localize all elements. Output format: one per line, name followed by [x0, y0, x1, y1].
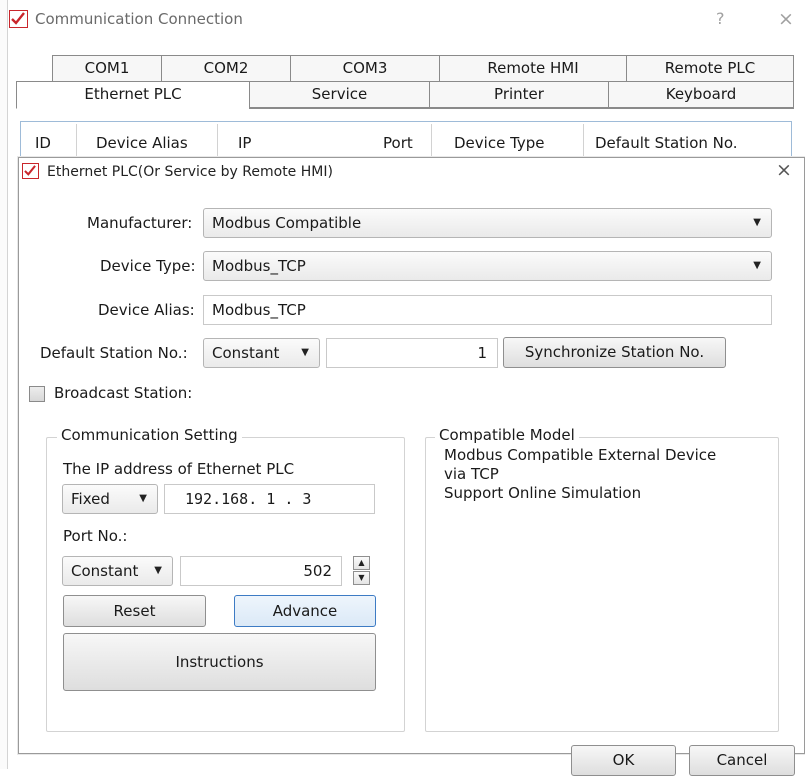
ip-mode-value: Fixed: [71, 490, 110, 508]
manufacturer-select[interactable]: Modbus Compatible ▼: [203, 208, 772, 238]
default-station-input[interactable]: 1: [326, 338, 498, 368]
tab-service[interactable]: Service: [249, 81, 430, 108]
tab-com3[interactable]: COM3: [290, 55, 440, 82]
chevron-down-icon: ▼: [753, 217, 761, 228]
compatible-model-legend: Compatible Model: [435, 426, 579, 444]
default-station-mode-select[interactable]: Constant ▼: [203, 338, 320, 368]
help-icon[interactable]: ?: [716, 9, 725, 28]
default-station-label: Default Station No.:: [40, 344, 188, 362]
tab-keyboard[interactable]: Keyboard: [608, 81, 794, 108]
column-header-device-type[interactable]: Device Type: [454, 134, 545, 152]
device-list[interactable]: ID Device Alias IP Port Device Type Defa…: [20, 121, 792, 161]
communication-setting-legend: Communication Setting: [57, 426, 242, 444]
chevron-down-icon: ▼: [753, 260, 761, 271]
column-header-default-station-no[interactable]: Default Station No.: [595, 134, 738, 152]
column-header-device-alias[interactable]: Device Alias: [96, 134, 188, 152]
column-separator: [76, 124, 77, 160]
dialog-title: Ethernet PLC(Or Service by Remote HMI): [47, 164, 333, 180]
column-separator: [217, 124, 218, 160]
port-mode-value: Constant: [71, 562, 139, 580]
broadcast-station-label: Broadcast Station:: [54, 384, 193, 402]
device-type-select[interactable]: Modbus_TCP ▼: [203, 251, 772, 281]
window-left-edge: [0, 0, 8, 769]
port-mode-select[interactable]: Constant ▼: [62, 556, 173, 586]
column-header-port[interactable]: Port: [383, 134, 413, 152]
tab-printer[interactable]: Printer: [429, 81, 609, 108]
advance-button[interactable]: Advance: [234, 595, 376, 627]
column-separator: [431, 124, 432, 160]
tab-com1[interactable]: COM1: [52, 55, 162, 82]
column-separator: [583, 124, 584, 160]
ip-address-label: The IP address of Ethernet PLC: [63, 460, 295, 478]
app-red-check-icon: [9, 10, 28, 28]
manufacturer-value: Modbus Compatible: [212, 214, 362, 232]
cancel-button[interactable]: Cancel: [689, 745, 795, 776]
window-close-icon[interactable]: ×: [778, 8, 794, 30]
default-station-mode-value: Constant: [212, 344, 280, 362]
chevron-down-icon: ▼: [154, 565, 162, 576]
synchronize-station-button[interactable]: Synchronize Station No.: [503, 337, 726, 368]
port-input[interactable]: 502: [180, 556, 342, 586]
tab-remote-plc[interactable]: Remote PLC: [626, 55, 794, 82]
device-alias-input[interactable]: Modbus_TCP: [203, 295, 772, 325]
ok-button[interactable]: OK: [571, 745, 676, 776]
dialog-close-icon[interactable]: ×: [776, 159, 792, 181]
chevron-down-icon: ▼: [301, 347, 309, 358]
instructions-button[interactable]: Instructions: [63, 633, 376, 691]
window-title: Communication Connection: [35, 10, 243, 28]
ip-mode-select[interactable]: Fixed ▼: [62, 484, 158, 514]
device-type-value: Modbus_TCP: [212, 257, 306, 275]
device-type-label: Device Type:: [100, 257, 196, 275]
manufacturer-label: Manufacturer:: [87, 214, 193, 232]
tab-ethernet-plc[interactable]: Ethernet PLC: [16, 81, 250, 109]
spin-up-icon[interactable]: ▲: [353, 556, 370, 570]
column-header-id[interactable]: ID: [35, 134, 51, 152]
dialog-red-check-icon: [22, 163, 39, 179]
tab-strip-baseline: [249, 108, 794, 109]
ip-address-input[interactable]: 192.168. 1 . 3: [164, 484, 375, 514]
reset-button[interactable]: Reset: [63, 595, 206, 627]
column-header-ip[interactable]: IP: [238, 134, 251, 152]
device-alias-label: Device Alias:: [98, 301, 195, 319]
compatible-model-text: Modbus Compatible External Device via TC…: [444, 446, 717, 502]
chevron-down-icon: ▼: [139, 493, 147, 504]
tab-remote-hmi[interactable]: Remote HMI: [439, 55, 627, 82]
spin-down-icon[interactable]: ▼: [353, 571, 370, 585]
tab-com2[interactable]: COM2: [161, 55, 291, 82]
broadcast-station-checkbox[interactable]: [29, 386, 45, 402]
port-label: Port No.:: [63, 527, 128, 545]
